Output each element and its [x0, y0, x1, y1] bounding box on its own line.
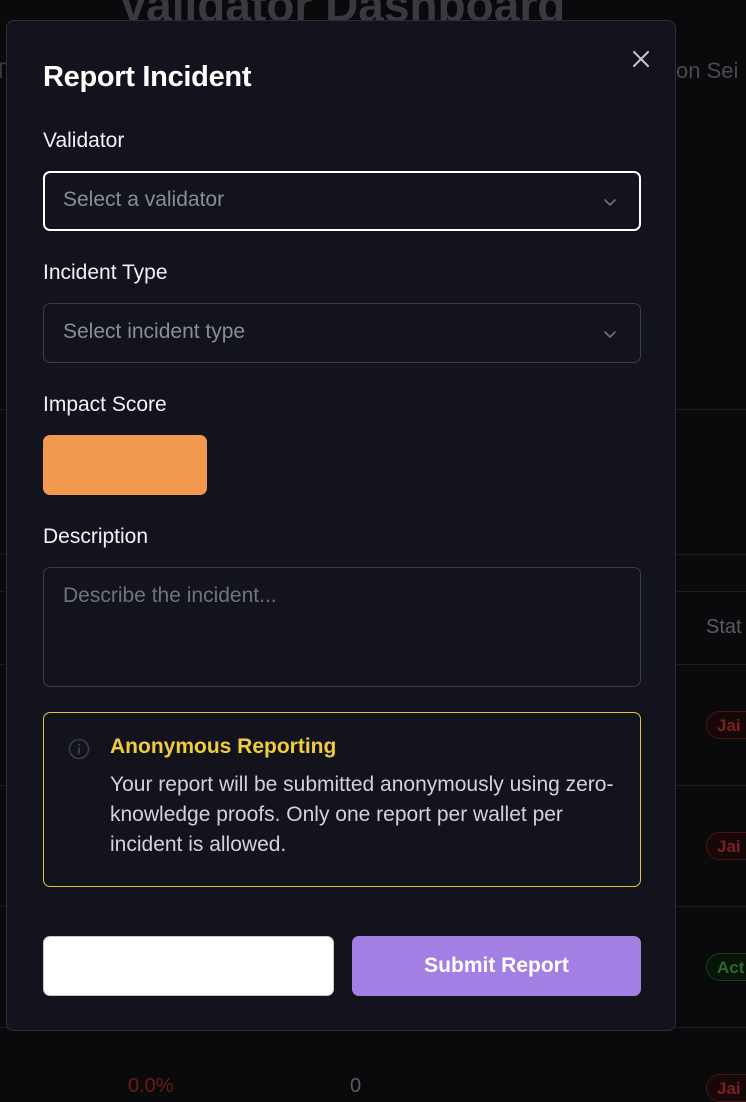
chevron-down-icon — [604, 331, 616, 338]
status-badge: Jai — [706, 832, 746, 860]
validator-select-placeholder: Select a validator — [63, 188, 225, 211]
dashboard-subtitle-right: on Sei — [676, 58, 739, 83]
table-cell-count: 0 — [350, 1075, 362, 1097]
incident-type-select[interactable]: Select incident type — [43, 303, 641, 363]
anonymous-reporting-notice: Anonymous Reporting Your report will be … — [43, 712, 641, 887]
status-badge: Jai — [706, 1074, 746, 1102]
info-icon — [68, 738, 90, 760]
status-badge: Jai — [706, 711, 746, 739]
report-incident-modal: Report Incident Validator Select a valid… — [6, 20, 676, 1031]
submit-report-button[interactable]: Submit Report — [352, 936, 641, 996]
validator-label: Validator — [43, 129, 125, 152]
close-icon — [633, 51, 649, 67]
incident-type-label: Incident Type — [43, 261, 168, 284]
chevron-down-icon — [604, 199, 616, 206]
status-badge: Act — [706, 953, 746, 981]
table-cell-percent: 0.0% — [128, 1075, 174, 1097]
close-button[interactable] — [627, 45, 655, 73]
impact-score-label: Impact Score — [43, 393, 167, 416]
description-textarea[interactable]: Describe the incident... — [43, 567, 641, 687]
description-placeholder: Describe the incident... — [63, 584, 277, 607]
description-label: Description — [43, 525, 149, 548]
table-header-status: Stat — [706, 616, 742, 638]
notice-title: Anonymous Reporting — [110, 735, 337, 758]
notice-body: Your report will be submitted anonymousl… — [110, 773, 614, 856]
modal-title: Report Incident — [43, 61, 252, 93]
impact-score-control[interactable] — [43, 435, 207, 495]
incident-type-select-placeholder: Select incident type — [63, 320, 246, 343]
cancel-button[interactable] — [43, 936, 334, 996]
validator-select[interactable]: Select a validator — [43, 171, 641, 231]
